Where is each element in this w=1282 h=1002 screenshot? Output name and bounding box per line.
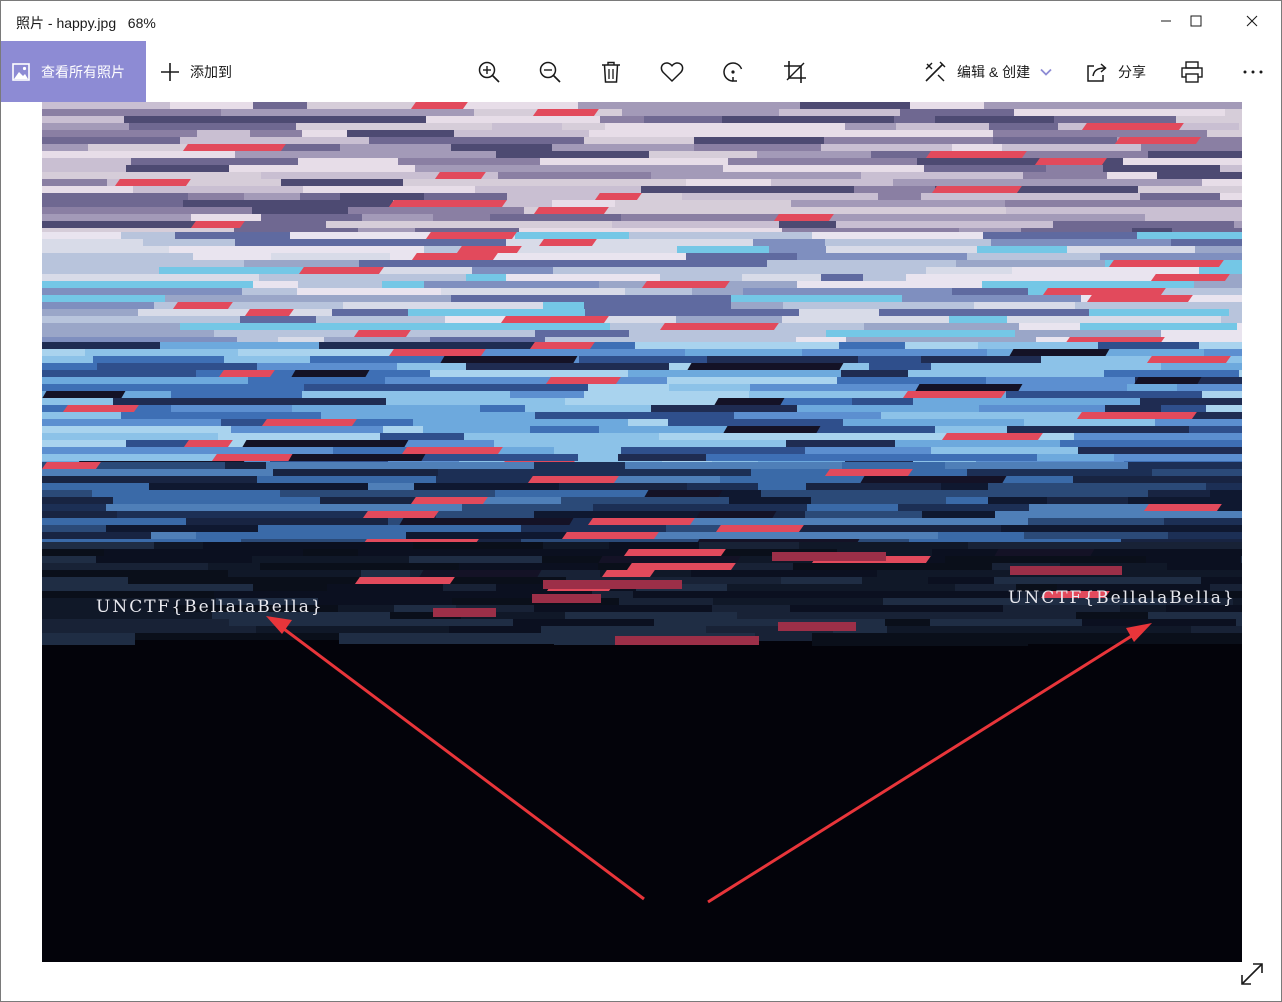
zoom-out-icon	[539, 61, 561, 83]
favorite-button[interactable]	[658, 41, 686, 102]
photo-canvas[interactable]: UNCTF{BellalaBella} UNCTF{BellalaBella}	[42, 102, 1242, 962]
edit-create-menu-button[interactable]: 编辑 & 创建	[923, 41, 1052, 102]
printer-icon	[1181, 60, 1203, 83]
edit-create-icon	[925, 61, 946, 82]
delete-button[interactable]	[597, 41, 625, 102]
expand-icon	[1241, 963, 1263, 985]
rotate-icon	[723, 61, 743, 82]
more-icon	[1243, 70, 1263, 73]
maximize-button[interactable]	[1167, 1, 1225, 41]
trash-icon	[602, 61, 620, 83]
window-title: 照片 - happy.jpg 68%	[16, 15, 156, 31]
crop-button[interactable]	[781, 41, 809, 102]
zoom-in-button[interactable]	[475, 41, 503, 102]
photos-app-window: 照片 - happy.jpg 68% 查看所有照片 添加到 编辑 & 创建 分享…	[0, 0, 1282, 1002]
annotation-arrow-left	[266, 616, 645, 901]
title-bar: 照片 - happy.jpg 68%	[1, 1, 1281, 41]
share-label: 分享	[1118, 63, 1146, 80]
photos-icon	[12, 62, 30, 81]
share-button[interactable]: 分享	[1086, 41, 1146, 102]
heart-icon	[660, 61, 684, 82]
add-to-button[interactable]: 添加到	[159, 41, 232, 102]
add-to-label: 添加到	[190, 63, 232, 80]
zoom-in-icon	[478, 61, 500, 83]
view-all-photos-button[interactable]: 查看所有照片	[1, 41, 146, 102]
toolbar: 查看所有照片 添加到 编辑 & 创建 分享	[1, 41, 1281, 102]
share-icon	[1087, 62, 1107, 82]
annotation-arrow-right	[707, 623, 1152, 904]
print-button[interactable]	[1178, 41, 1206, 102]
crop-icon	[784, 60, 806, 83]
rotate-button[interactable]	[719, 41, 747, 102]
plus-icon	[161, 62, 179, 81]
close-icon	[1246, 15, 1258, 27]
maximize-icon	[1190, 15, 1202, 27]
chevron-down-icon	[1040, 68, 1052, 76]
more-options-button[interactable]	[1239, 41, 1267, 102]
close-button[interactable]	[1223, 1, 1281, 41]
fullscreen-button[interactable]	[1239, 961, 1265, 987]
edit-create-label: 编辑 & 创建	[957, 63, 1031, 80]
view-all-photos-label: 查看所有照片	[41, 63, 125, 80]
annotation-arrows	[266, 616, 1152, 904]
zoom-out-button[interactable]	[536, 41, 564, 102]
